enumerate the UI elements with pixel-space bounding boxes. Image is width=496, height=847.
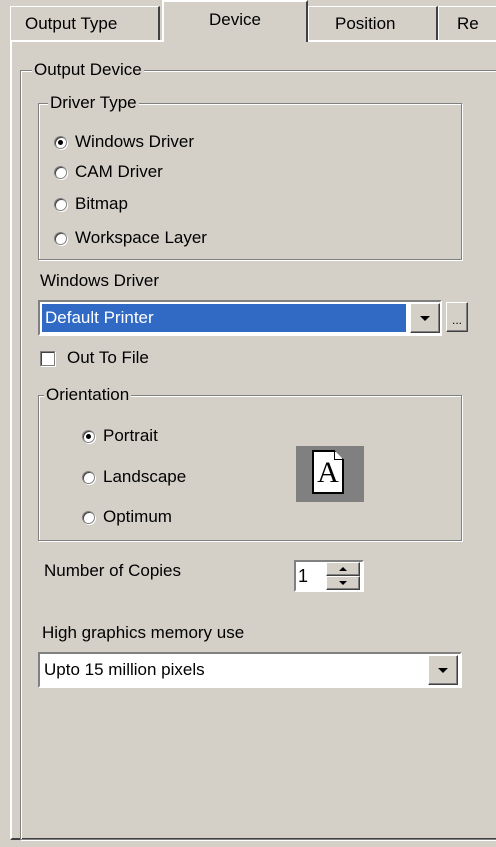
browse-button[interactable]: ... — [446, 302, 468, 332]
driver-type-title: Driver Type — [48, 93, 139, 113]
chevron-down-icon — [339, 581, 347, 585]
radio-bitmap[interactable]: Bitmap — [54, 192, 128, 216]
windows-driver-label: Windows Driver — [40, 271, 160, 290]
radio-indicator — [82, 470, 95, 484]
checkbox-indicator — [40, 350, 55, 366]
radio-cam-driver[interactable]: CAM Driver — [54, 160, 163, 184]
radio-indicator — [54, 231, 67, 245]
windows-driver-value: Default Printer — [41, 303, 407, 333]
tab-label: Output Type — [25, 14, 118, 33]
orientation-title: Orientation — [44, 385, 132, 405]
out-to-file-checkbox[interactable]: Out To File — [40, 344, 149, 372]
radio-indicator — [54, 165, 67, 179]
chevron-down-icon — [438, 667, 448, 673]
browse-button-label: ... — [451, 313, 462, 327]
graphics-memory-label: High graphics memory use — [42, 623, 245, 642]
windows-driver-select[interactable]: Default Printer — [38, 300, 442, 336]
graphics-memory-value: Upto 15 million pixels — [44, 660, 205, 679]
output-device-title: Output Device — [32, 60, 144, 80]
tab-position[interactable]: Position — [308, 6, 438, 40]
checkbox-label: Out To File — [67, 348, 149, 367]
radio-optimum[interactable]: Optimum — [82, 505, 172, 529]
tab-output-type[interactable]: Output Type — [10, 6, 160, 40]
chevron-up-icon — [339, 567, 347, 571]
radio-label: CAM Driver — [75, 162, 163, 181]
tab-label: Position — [335, 14, 396, 33]
tab-label: Re — [457, 14, 479, 33]
tab-label: Device — [209, 10, 261, 29]
radio-indicator — [82, 510, 95, 524]
radio-windows-driver[interactable]: Windows Driver — [54, 130, 194, 154]
radio-label: Windows Driver — [75, 132, 195, 151]
radio-label: Portrait — [103, 426, 158, 445]
tab-device[interactable]: Device — [162, 0, 308, 42]
radio-indicator — [54, 197, 67, 211]
copies-label: Number of Copies — [44, 561, 182, 580]
radio-label: Bitmap — [75, 194, 128, 213]
tab-re[interactable]: Re — [438, 6, 496, 40]
orientation-preview: A — [296, 446, 364, 502]
copies-spinner[interactable]: 1 — [294, 560, 364, 592]
page-icon: A — [312, 450, 344, 494]
radio-landscape[interactable]: Landscape — [82, 465, 186, 489]
spin-down-button[interactable] — [326, 576, 360, 590]
graphics-memory-select[interactable]: Upto 15 million pixels — [38, 652, 462, 688]
windows-driver-dropdown-button[interactable] — [410, 303, 440, 333]
copies-value: 1 — [298, 566, 309, 586]
radio-portrait[interactable]: Portrait — [82, 424, 158, 448]
radio-label: Workspace Layer — [75, 228, 207, 247]
radio-indicator — [54, 135, 67, 149]
radio-label: Landscape — [103, 467, 187, 486]
radio-indicator — [82, 429, 95, 443]
spin-up-button[interactable] — [326, 562, 360, 576]
chevron-down-icon — [420, 315, 430, 321]
graphics-memory-dropdown-button[interactable] — [428, 655, 458, 685]
radio-label: Optimum — [103, 507, 172, 526]
page-glyph: A — [317, 456, 339, 489]
radio-workspace-layer[interactable]: Workspace Layer — [54, 226, 207, 250]
